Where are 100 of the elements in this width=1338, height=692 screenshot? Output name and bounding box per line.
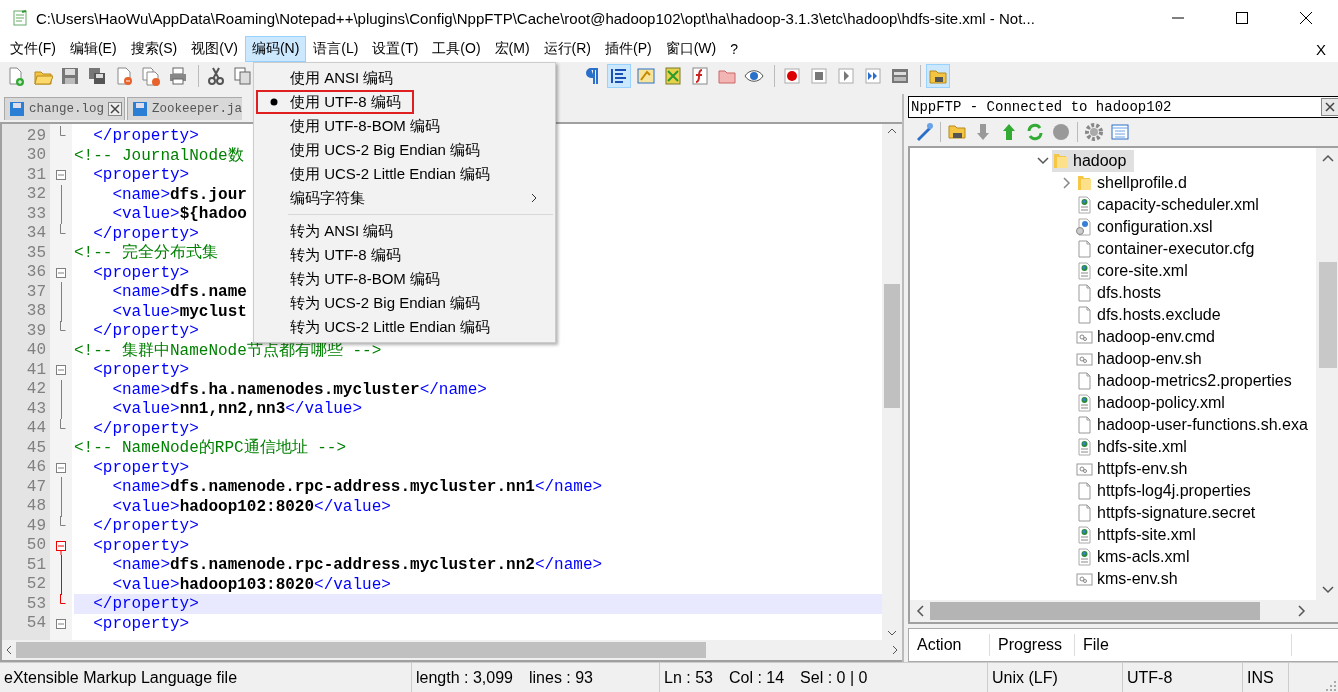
menu-item[interactable]: 运行(R) [536,36,598,62]
close-icon [1324,101,1335,112]
menu-item[interactable]: 编码(N) [244,36,307,62]
new-file-icon[interactable] [6,66,26,86]
record-icon[interactable] [782,66,802,86]
stylesheet-file-icon [1076,217,1093,236]
tree-item[interactable]: httpfs-site.xml [1076,523,1204,546]
close-icon[interactable] [1300,12,1312,24]
file-tab[interactable]: Zookeeper.ja [127,97,243,120]
save-icon[interactable] [60,66,80,86]
menu-item[interactable]: 设置(T) [365,36,426,62]
menu-item[interactable]: 视图(V) [184,36,245,62]
stop-icon[interactable] [1051,121,1071,142]
column-header[interactable]: Progress [990,634,1075,657]
code-line: <value>hadoop102:8020</value> [111,497,391,516]
menu-item[interactable]: 宏(M) [487,36,537,62]
scroll-left-icon[interactable] [6,645,12,655]
resize-grip-icon[interactable] [1326,681,1336,691]
tree-item[interactable]: configuration.xsl [1076,215,1221,238]
window-icon[interactable] [1110,121,1130,142]
cut-icon[interactable] [206,66,226,86]
scroll-left-icon[interactable] [916,605,924,618]
tree-item[interactable]: dfs.hosts [1076,281,1170,304]
tree-item[interactable]: httpfs-signature.secret [1076,501,1264,524]
scroll-right-icon[interactable] [892,645,898,655]
column-header[interactable]: File [1075,634,1292,657]
tree-item[interactable]: hdfs-site.xml [1076,435,1195,458]
function-list-icon[interactable] [690,66,710,86]
play-icon[interactable] [836,66,856,86]
menu-option[interactable]: 使用 UTF-8 编码 [256,90,414,114]
menu-item[interactable]: 语言(L) [306,36,366,62]
tree-item[interactable]: hadoop-metrics2.properties [1076,369,1300,392]
menu-item[interactable]: 插件(P) [598,36,659,62]
stop-icon[interactable] [809,66,829,86]
column-header[interactable]: Action [909,634,990,657]
scrollbar-thumb[interactable] [16,642,706,658]
fold-end-mark [60,594,66,604]
menu-item[interactable]: 文件(F) [3,36,63,62]
tree-item[interactable]: kms-acls.xml [1076,545,1198,568]
scrollbar-thumb[interactable] [930,602,1260,621]
print-icon[interactable] [168,66,188,86]
close-all-icon[interactable] [141,66,161,86]
menu-option[interactable]: 使用 UCS-2 Big Endian 编码 [256,138,553,162]
menu-item[interactable]: 搜索(S) [123,36,185,62]
save-macro-icon[interactable] [890,66,910,86]
folder-map-icon[interactable] [636,66,656,86]
code-line: </property> [92,419,199,438]
close-document-button[interactable]: X [1316,40,1326,58]
menu-option[interactable]: 转为 ANSI 编码 [256,219,553,243]
horizontal-scrollbar[interactable] [910,600,1338,623]
tree-item[interactable]: hadoop-env.cmd [1076,325,1223,348]
tree-item[interactable]: shellprofile.d [1076,171,1195,194]
fast-forward-icon[interactable] [863,66,883,86]
menu-option[interactable]: 转为 UTF-8-BOM 编码 [256,267,553,291]
file-tab[interactable]: change.log [4,97,125,120]
tree-item[interactable]: httpfs-log4j.properties [1076,479,1259,502]
tree-item[interactable]: core-site.xml [1076,259,1196,282]
tree-item[interactable]: hadoop-env.sh [1076,347,1210,370]
tree-item[interactable]: capacity-scheduler.xml [1076,193,1267,216]
save-all-icon[interactable] [87,66,107,86]
tree-item[interactable]: kms-env.sh [1076,567,1186,590]
chevron-right-icon[interactable] [1063,176,1071,189]
menu-option[interactable]: 转为 UCS-2 Big Endian 编码 [256,291,553,315]
close-button[interactable] [1320,97,1338,116]
indent-guide-icon[interactable] [609,66,629,86]
close-tab-icon[interactable] [108,102,122,116]
document-map-icon[interactable] [663,66,683,86]
scroll-down-icon[interactable] [887,630,897,636]
menu-item[interactable]: 工具(O) [425,36,488,62]
close-file-icon[interactable] [114,66,134,86]
scroll-down-icon[interactable] [1321,586,1334,595]
chevron-down-icon[interactable] [1037,156,1049,165]
tree-item[interactable]: dfs.hosts.exclude [1076,303,1229,326]
menu-item[interactable]: 窗口(W) [658,36,724,62]
scroll-up-icon[interactable] [887,128,897,134]
menu-option[interactable]: 使用 ANSI 编码 [256,66,553,90]
scroll-up-icon[interactable] [1321,153,1334,162]
tree-item[interactable]: hadoop-policy.xml [1076,391,1233,414]
gear-icon[interactable] [1084,121,1104,142]
vertical-scrollbar[interactable] [882,124,902,640]
refresh-icon[interactable] [1025,121,1045,142]
vertical-scrollbar[interactable] [1315,147,1338,601]
scroll-right-icon[interactable] [1297,605,1306,618]
copy-icon[interactable] [233,66,253,86]
maximize-icon[interactable] [1236,12,1248,24]
tree-item[interactable]: hadoop [1052,149,1135,172]
scrollbar-thumb[interactable] [1318,261,1337,368]
horizontal-scrollbar[interactable] [2,640,902,660]
menu-option[interactable]: 使用 UCS-2 Little Endian 编码 [256,162,553,186]
menu-option[interactable]: 转为 UCS-2 Little Endian 编码 [256,315,553,339]
tree-item[interactable]: hadoop-user-functions.sh.exa [1076,413,1316,436]
menu-option[interactable]: 编码字符集 [256,186,553,210]
scrollbar-thumb[interactable] [884,284,900,408]
menu-item[interactable]: 编辑(E) [62,36,124,62]
menu-item[interactable]: ? [723,37,746,61]
menu-option[interactable]: 转为 UTF-8 编码 [256,243,553,267]
xml-file-icon [1076,547,1093,566]
menu-option[interactable]: 使用 UTF-8-BOM 编码 [256,114,553,138]
tree-item[interactable]: container-executor.cfg [1076,237,1263,260]
tree-item[interactable]: httpfs-env.sh [1076,457,1196,480]
